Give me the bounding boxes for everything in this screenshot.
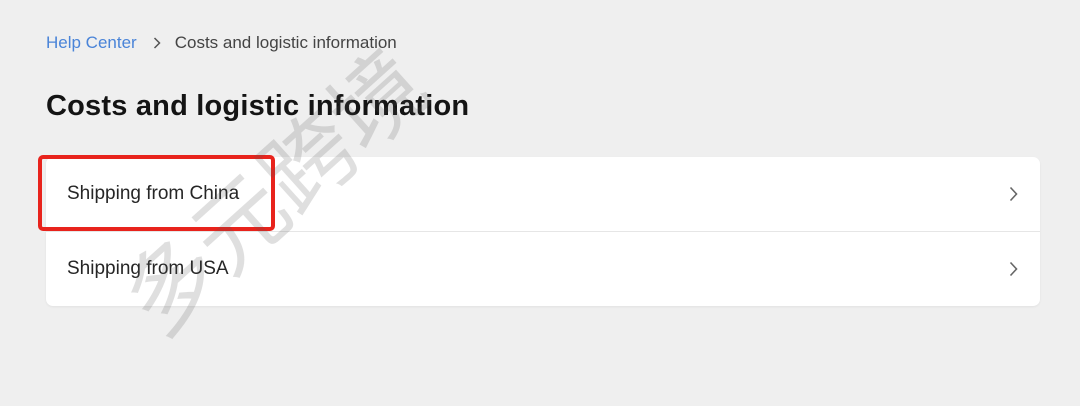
breadcrumb-home-link[interactable]: Help Center [46,32,137,54]
breadcrumb: Help Center Costs and logistic informati… [46,32,397,54]
topics-list: Shipping from China Shipping from USA [46,157,1040,306]
page-title: Costs and logistic information [46,90,470,122]
list-item-label: Shipping from USA [67,258,229,279]
list-item-label: Shipping from China [67,183,240,204]
chevron-right-icon [1009,186,1018,202]
chevron-right-icon [153,37,161,49]
chevron-right-icon [1009,261,1018,277]
list-item-shipping-china[interactable]: Shipping from China [46,157,1040,231]
breadcrumb-current: Costs and logistic information [174,33,397,52]
list-item-shipping-usa[interactable]: Shipping from USA [46,231,1040,306]
